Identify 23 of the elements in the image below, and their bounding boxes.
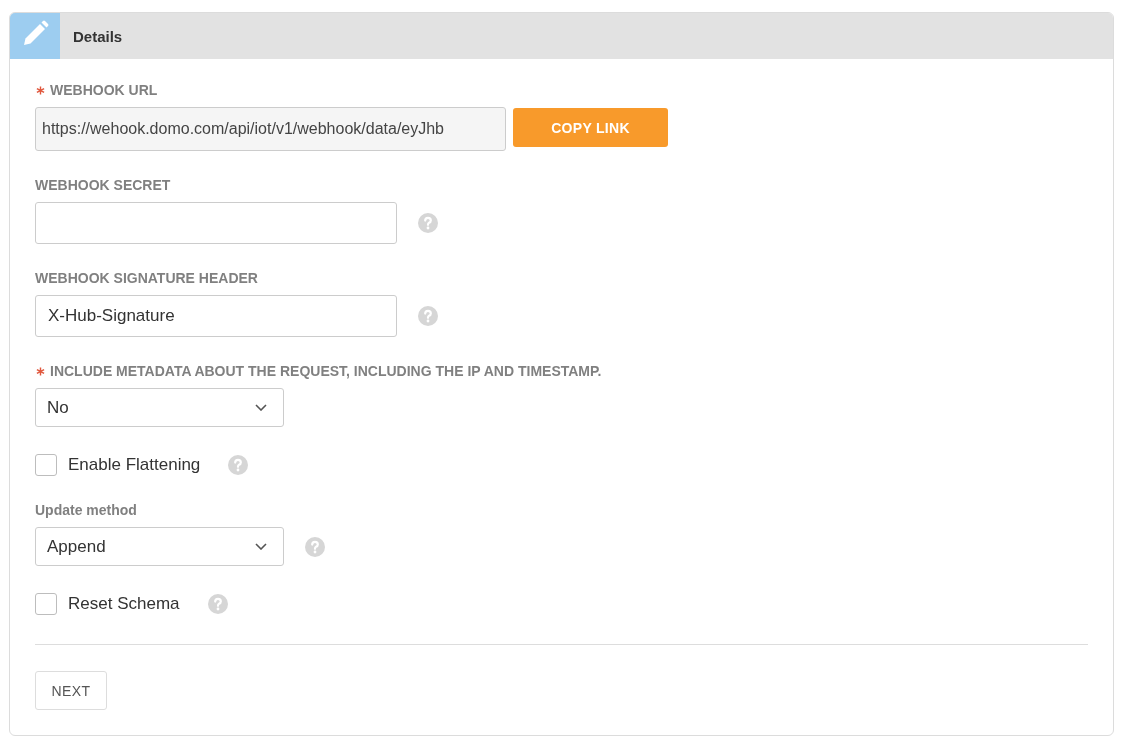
help-icon[interactable]: [228, 455, 249, 475]
help-icon[interactable]: [418, 306, 438, 326]
field-label: WEBHOOK URL: [50, 82, 158, 98]
checkbox-label[interactable]: Enable Flattening: [68, 455, 201, 475]
next-button[interactable]: NEXT: [35, 671, 107, 710]
help-icon[interactable]: [418, 213, 438, 233]
field-label: WEBHOOK SECRET: [35, 177, 171, 193]
field-label: Update method: [35, 502, 137, 518]
chevron-down-icon: [255, 543, 267, 550]
chevron-down-icon: [255, 404, 267, 411]
field-label: INCLUDE METADATA ABOUT THE REQUEST, INCLUDING THE IP AND TIMESTAMP.: [50, 363, 602, 379]
help-icon[interactable]: [305, 536, 325, 557]
text-field[interactable]: [35, 202, 397, 244]
text-field[interactable]: https://wehook.domo.com/api/iot/v1/webhook/data/eyJhb: [35, 107, 506, 151]
field-label: WEBHOOK SIGNATURE HEADER: [35, 270, 258, 286]
checkbox[interactable]: [35, 454, 57, 476]
checkbox[interactable]: [35, 593, 57, 615]
dropdown[interactable]: Append: [35, 527, 284, 566]
help-icon[interactable]: [207, 594, 228, 614]
panel-title: Details: [73, 27, 123, 45]
dropdown[interactable]: No: [35, 388, 284, 427]
text-field[interactable]: X-Hub-Signature: [35, 295, 397, 337]
checkbox-label[interactable]: Reset Schema: [68, 594, 180, 614]
